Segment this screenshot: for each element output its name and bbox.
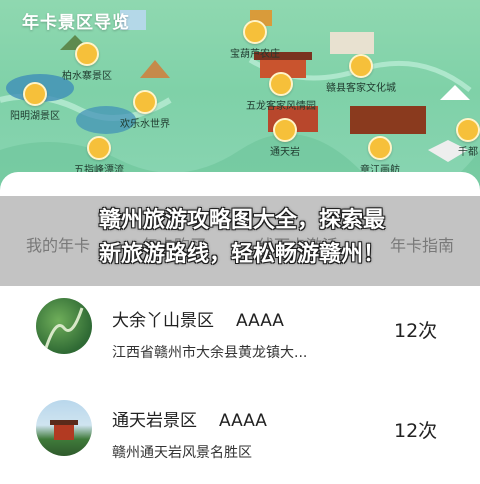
map-spot-label: 赣县客家文化城 [326,83,396,94]
map-spot-label: 宝葫芦农庄 [230,49,280,60]
temple-gate-photo [36,400,92,456]
map-spot[interactable]: 五龙客家风情园 [246,72,316,112]
pin-icon [133,90,157,114]
map-spot-label: 五龙客家风情园 [246,101,316,112]
visit-count: 12次 [394,420,438,442]
map-spot[interactable]: 通天岩 [270,118,300,158]
pin-icon [243,20,267,44]
map-spot[interactable]: 赣县客家文化城 [326,54,396,94]
list-item[interactable]: 大余丫山景区 AAAA 江西省赣州市大余县黄龙镇大... 12次 [0,290,480,386]
pin-icon [23,82,47,106]
map-spot[interactable]: 阳明湖景区 [10,82,60,122]
pin-icon [349,54,373,78]
map-spot-label: 千都 [458,147,478,158]
pin-icon [75,42,99,66]
pin-icon [456,118,480,142]
pin-icon [87,136,111,160]
map-spot-label: 通天岩 [270,147,300,158]
map-spot[interactable]: 柏水寨景区 [62,42,112,82]
scenic-name: 通天岩景区 AAAA [112,411,267,431]
caption-line-1: 赣州旅游攻略图大全，探索最 [98,208,385,233]
scenic-name: 大余丫山景区 AAAA [112,311,284,331]
pin-icon [368,136,392,160]
map-spot-label: 阳明湖景区 [10,111,60,122]
map-spot[interactable]: 五指峰漂流 [74,136,124,176]
list-item[interactable]: 通天岩景区 AAAA 赣州通天岩风景名胜区 12次 [0,388,480,484]
mountain-forest-photo [36,298,92,354]
scenic-address: 江西省赣州市大余县黄龙镇大... [112,345,308,361]
pin-icon [269,72,293,96]
caption-line-2: 新旅游路线，轻松畅游赣州！ [98,242,385,267]
map-spot[interactable]: 欢乐水世界 [120,90,170,130]
map-spot-label: 欢乐水世界 [120,119,170,130]
pin-icon [273,118,297,142]
map-spot[interactable]: 千都 [456,118,480,158]
scenic-level: AAAA [219,411,267,431]
overlay-caption: 赣州旅游攻略图大全，探索最 新旅游路线，轻松畅游赣州！ [12,204,472,272]
map-spot-label: 柏水寨景区 [62,71,112,82]
map-spot[interactable]: 宝葫芦农庄 [230,20,280,60]
scenic-level: AAAA [236,311,284,331]
map-spot[interactable]: 章江画舫 [360,136,400,176]
visit-count: 12次 [394,320,438,342]
scenic-address: 赣州通天岩风景名胜区 [112,445,252,461]
map-title: 年卡景区导览 [22,13,130,33]
